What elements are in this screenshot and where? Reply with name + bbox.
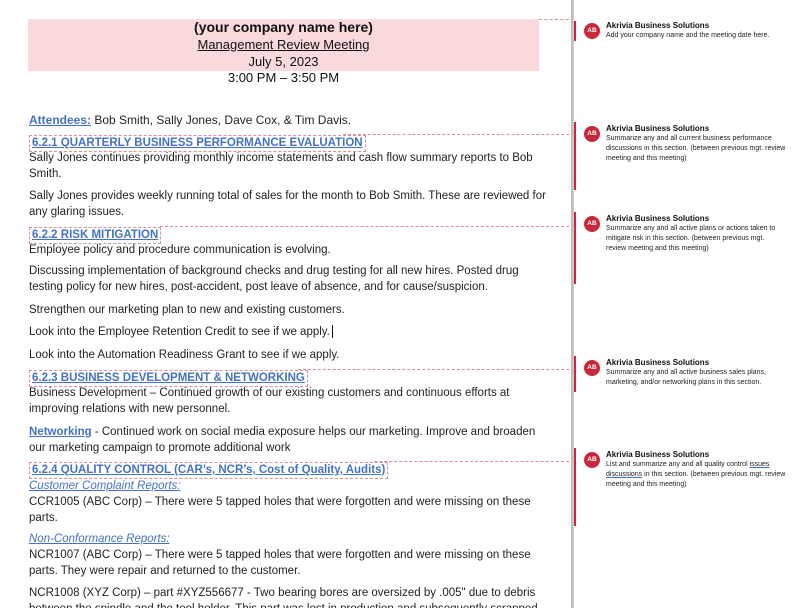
networking-text: - Continued work on social media exposur…	[29, 426, 536, 454]
meeting-time[interactable]: 3:00 PM – 3:50 PM	[28, 70, 539, 86]
attendees-label: Attendees:	[29, 113, 92, 127]
customer-complaint-label[interactable]: Customer Complaint Reports:	[29, 479, 180, 494]
ncr1007-paragraph[interactable]: NCR1007 (ABC Corp) – There were 5 tapped…	[29, 547, 549, 579]
comment-author: Akrivia Business Solutions	[606, 21, 710, 30]
s2-paragraph-4[interactable]: Look into the Employee Retention Credit …	[29, 324, 549, 340]
s1-paragraph-1[interactable]: Sally Jones continues providing monthly …	[29, 150, 549, 182]
s2-paragraph-1[interactable]: Employee policy and procedure communicat…	[29, 242, 549, 258]
avatar: AB	[584, 216, 600, 232]
s2-paragraph-4-text: Look into the Employee Retention Credit …	[29, 326, 330, 338]
comment-text: Summarize any and all current business p…	[606, 135, 786, 162]
comment-text: Summarize any and all active business sa…	[606, 369, 766, 386]
ccr1005-paragraph[interactable]: CCR1005 (ABC Corp) – There were 5 tapped…	[29, 494, 549, 526]
comment-marker-3	[574, 212, 576, 284]
comment-author: Akrivia Business Solutions	[606, 214, 710, 223]
comment-marker-5	[574, 448, 576, 526]
comment-marker-1	[574, 21, 576, 41]
avatar: AB	[584, 452, 600, 468]
comment-marker-4	[574, 356, 576, 392]
ncr1008-paragraph[interactable]: NCR1008 (XYZ Corp) – part #XYZ556677 - T…	[29, 585, 549, 608]
s1-paragraph-2[interactable]: Sally Jones provides weekly running tota…	[29, 188, 549, 220]
comment-connector-2	[343, 134, 574, 135]
meeting-date[interactable]: July 5, 2023	[28, 54, 539, 70]
s2-paragraph-5[interactable]: Look into the Automation Readiness Grant…	[29, 347, 549, 363]
comment-text: Add your company name and the meeting da…	[606, 32, 770, 39]
comment-text-part: List and summarize any and all quality c…	[606, 461, 750, 468]
comment-author: Akrivia Business Solutions	[606, 124, 710, 133]
comment-connector-1	[539, 19, 574, 20]
meeting-title[interactable]: Management Review Meeting	[28, 37, 539, 53]
avatar: AB	[584, 360, 600, 376]
comments-pane	[573, 0, 794, 608]
s3-paragraph-1[interactable]: Business Development – Continued growth …	[29, 385, 549, 417]
s2-paragraph-3[interactable]: Strengthen our marketing plan to new and…	[29, 302, 549, 318]
comment-author: Akrivia Business Solutions	[606, 450, 710, 459]
comment-connector-4	[298, 369, 574, 370]
heading-6-2-4[interactable]: 6.2.4 QUALITY CONTROL (CAR’s, NCR’s, Cos…	[29, 462, 389, 479]
non-conformance-label[interactable]: Non-Conformance Reports:	[29, 532, 170, 547]
networking-label: Networking	[29, 426, 92, 438]
company-name[interactable]: (your company name here)	[28, 19, 539, 35]
comment-connector-5	[374, 461, 574, 462]
attendees-names: Bob Smith, Sally Jones, Dave Cox, & Tim …	[94, 113, 352, 127]
comment-text: List and summarize any and all quality c…	[606, 460, 786, 490]
avatar: AB	[584, 126, 600, 142]
s2-paragraph-2[interactable]: Discussing implementation of background …	[29, 263, 549, 295]
comment-text: Summarize any and all active plans or ac…	[606, 225, 776, 252]
comment-author: Akrivia Business Solutions	[606, 358, 710, 367]
text-cursor	[331, 325, 333, 339]
comment-connector-3	[160, 226, 574, 227]
avatar: AB	[584, 23, 600, 39]
s3-networking-paragraph[interactable]: Networking - Continued work on social me…	[29, 424, 549, 456]
document-page[interactable]: (your company name here) Management Revi…	[0, 0, 573, 608]
attendees-line[interactable]: Attendees: Bob Smith, Sally Jones, Dave …	[29, 112, 549, 128]
comment-marker-2	[574, 122, 576, 190]
